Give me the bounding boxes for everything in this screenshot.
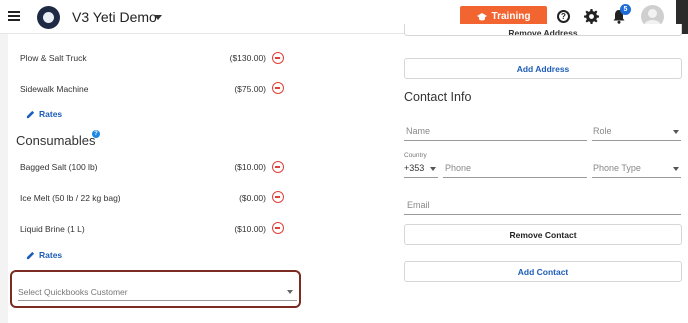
email-placeholder: Email (407, 200, 430, 210)
equipment-item-name: Sidewalk Machine (20, 84, 89, 94)
quickbooks-placeholder: Select Quickbooks Customer (18, 287, 128, 297)
notification-badge: 5 (620, 4, 631, 15)
caret-down-icon[interactable] (154, 15, 162, 20)
name-placeholder: Name (406, 126, 431, 136)
remove-icon[interactable] (272, 82, 284, 94)
pencil-icon (26, 251, 35, 259)
hamburger-icon[interactable] (8, 11, 20, 21)
app-title[interactable]: V3 Yeti Demo (72, 9, 157, 25)
country-code-select[interactable]: +353 (404, 162, 438, 178)
consumable-item-name: Liquid Brine (1 L) (20, 224, 85, 234)
logo[interactable] (37, 6, 60, 29)
remove-icon[interactable] (272, 191, 284, 203)
role-placeholder: Role (593, 126, 612, 136)
remove-contact-button[interactable]: Remove Contact (404, 224, 682, 245)
country-label: Country (404, 152, 427, 159)
help-icon[interactable]: ? (557, 10, 570, 23)
equipment-item-name: Plow & Salt Truck (20, 53, 87, 63)
consumable-item-price: ($10.00) (234, 224, 266, 234)
phone-placeholder: Phone (445, 163, 472, 173)
equipment-item-price: ($130.00) (229, 53, 266, 63)
remove-icon[interactable] (272, 52, 284, 64)
graduation-cap-icon (476, 12, 487, 20)
chevron-down-icon (673, 130, 679, 134)
chevron-down-icon (430, 167, 436, 171)
remove-address-button[interactable]: Remove Address (404, 24, 682, 36)
left-gutter (0, 34, 8, 323)
consumable-item-name: Ice Melt (50 lb / 22 kg bag) (20, 193, 121, 203)
phone-field[interactable]: Phone (443, 162, 587, 178)
training-label: Training (491, 11, 531, 22)
consumable-item-name: Bagged Salt (100 lb) (20, 162, 98, 172)
remove-address-label: Remove Address (508, 28, 578, 36)
add-contact-button[interactable]: Add Contact (404, 261, 682, 282)
rates-link[interactable]: Rates (26, 109, 62, 119)
remove-icon[interactable] (272, 222, 284, 234)
country-code-value: +353 (404, 163, 425, 173)
rates-label: Rates (39, 109, 63, 119)
remove-icon[interactable] (272, 161, 284, 173)
quickbooks-customer-highlight: Select Quickbooks Customer (10, 270, 301, 308)
email-field[interactable]: Email (404, 199, 681, 215)
rates-label: Rates (39, 250, 63, 260)
quickbooks-customer-select[interactable]: Select Quickbooks Customer (18, 284, 297, 301)
equipment-item-price: ($75.00) (234, 84, 266, 94)
role-select[interactable]: Role (592, 125, 681, 141)
rates-link[interactable]: Rates (26, 250, 62, 260)
info-icon[interactable]: ? (92, 130, 100, 138)
name-field[interactable]: Name (404, 125, 587, 141)
pencil-icon (26, 110, 35, 118)
chevron-down-icon (673, 167, 679, 171)
contact-info-title: Contact Info (404, 90, 472, 104)
consumables-title: Consumables (16, 133, 96, 148)
consumable-item-price: ($10.00) (234, 162, 266, 172)
gear-icon[interactable] (584, 9, 599, 24)
consumable-item-price: ($0.00) (239, 193, 266, 203)
add-address-button[interactable]: Add Address (404, 58, 682, 79)
phone-type-select[interactable]: Phone Type (592, 162, 681, 178)
chevron-down-icon (287, 290, 293, 294)
phone-type-placeholder: Phone Type (593, 163, 641, 173)
